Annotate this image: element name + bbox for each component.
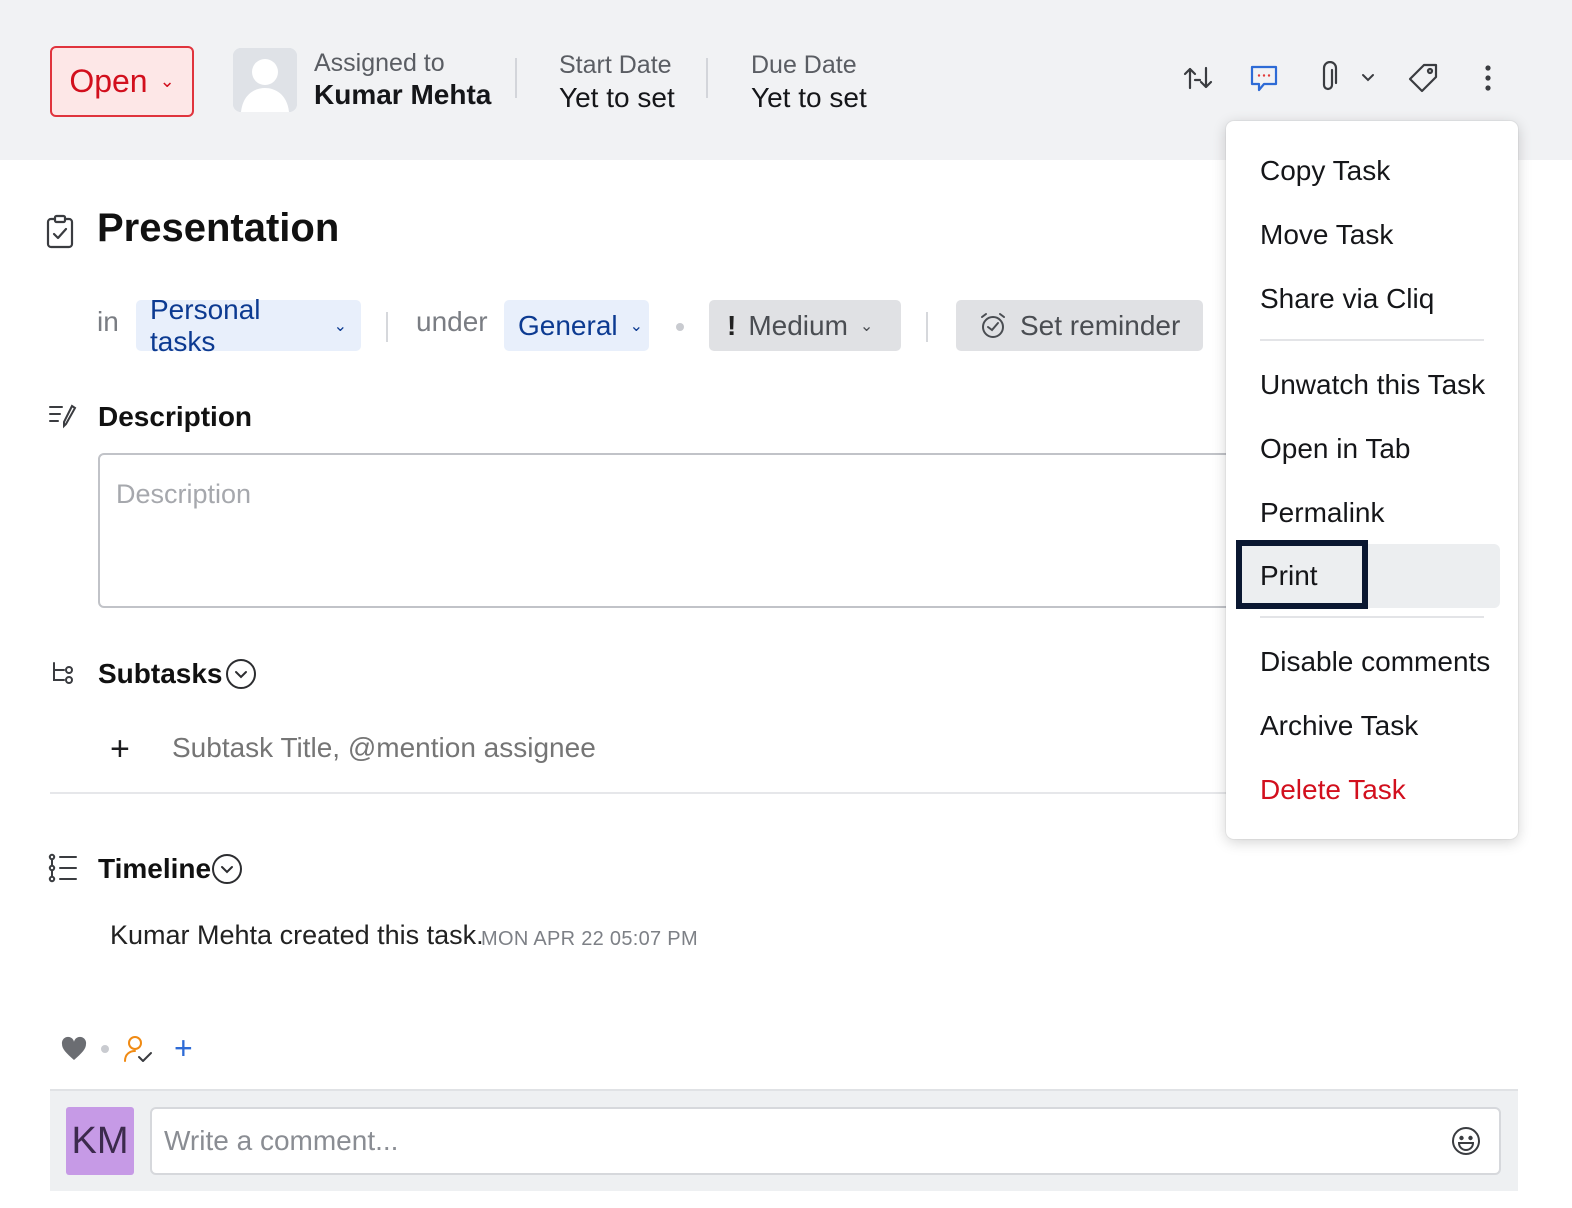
header-divider xyxy=(515,58,517,98)
focus-outline xyxy=(1236,540,1368,609)
task-actions-menu: Copy Task Move Task Share via Cliq Unwat… xyxy=(1226,121,1518,839)
start-date-value[interactable]: Yet to set xyxy=(559,82,675,114)
status-label: Open xyxy=(69,63,148,99)
menu-divider xyxy=(1260,339,1484,341)
in-label: in xyxy=(97,306,119,337)
task-checklist-icon xyxy=(44,214,76,250)
separator-dot xyxy=(676,323,684,331)
avatar: KM xyxy=(66,1107,134,1175)
due-date-label: Due Date xyxy=(751,51,857,79)
follower-add-icon[interactable] xyxy=(122,1034,154,1071)
chevron-down-icon: ⌄ xyxy=(159,71,175,91)
tag-icon[interactable] xyxy=(1403,58,1443,98)
chevron-down-icon[interactable] xyxy=(1350,58,1386,98)
menu-item-delete-task[interactable]: Delete Task xyxy=(1260,774,1406,806)
comment-input[interactable]: Write a comment... xyxy=(150,1107,1501,1175)
menu-item-copy-task[interactable]: Copy Task xyxy=(1260,155,1390,187)
start-date-label: Start Date xyxy=(559,51,672,79)
due-date-value[interactable]: Yet to set xyxy=(751,82,867,114)
divider xyxy=(386,312,388,342)
heart-icon[interactable] xyxy=(60,1036,88,1067)
timeline-list-icon xyxy=(48,853,80,885)
timeline-entry: Kumar Mehta created this task. xyxy=(110,920,484,951)
section-divider xyxy=(50,792,1230,794)
chevron-down-icon: ⌄ xyxy=(629,317,644,335)
description-heading: Description xyxy=(98,401,253,432)
emoji-icon[interactable] xyxy=(1450,1125,1482,1157)
assigned-to-label: Assigned to xyxy=(314,49,445,77)
menu-item-disable-comments[interactable]: Disable comments xyxy=(1260,646,1490,678)
description-input[interactable]: Description xyxy=(98,453,1258,608)
project-name: Personal tasks xyxy=(150,293,261,357)
chevron-down-icon: ⌄ xyxy=(333,317,347,335)
menu-item-move-task[interactable]: Move Task xyxy=(1260,219,1393,251)
assignee-avatar[interactable] xyxy=(233,48,297,112)
timeline-actor[interactable]: Kumar Mehta xyxy=(110,920,272,950)
description-edit-icon xyxy=(48,402,80,434)
chevron-down-icon[interactable] xyxy=(226,659,256,689)
subtasks-heading: Subtasks xyxy=(98,658,223,689)
priority-icon: ! xyxy=(727,309,737,341)
set-reminder-button[interactable]: Set reminder xyxy=(956,300,1203,351)
subtasks-icon xyxy=(50,660,82,692)
separator-dot xyxy=(101,1045,109,1053)
chevron-down-icon: ⌄ xyxy=(859,317,874,335)
set-reminder-label: Set reminder xyxy=(1020,309,1181,341)
alarm-clock-icon xyxy=(981,312,1005,338)
task-title[interactable]: Presentation xyxy=(97,206,339,251)
under-label: under xyxy=(416,306,488,337)
comment-icon[interactable] xyxy=(1244,58,1284,98)
convert-icon[interactable] xyxy=(1178,58,1218,98)
timeline-timestamp: MON APR 22 05:07 PM xyxy=(481,928,698,950)
chevron-down-icon[interactable] xyxy=(212,854,242,884)
priority-label: Medium xyxy=(748,309,848,341)
priority-dropdown[interactable]: ! Medium ⌄ xyxy=(709,300,901,351)
assignee-name[interactable]: Kumar Mehta xyxy=(314,79,491,111)
timeline-action: created this task. xyxy=(272,920,484,950)
header-divider xyxy=(706,58,708,98)
status-dropdown[interactable]: Open ⌄ xyxy=(50,46,194,117)
menu-divider xyxy=(1260,616,1484,618)
menu-item-share-via-cliq[interactable]: Share via Cliq xyxy=(1260,283,1434,315)
tasklist-dropdown[interactable]: General ⌄ xyxy=(504,300,649,351)
menu-item-open-in-tab[interactable]: Open in Tab xyxy=(1260,433,1411,465)
more-vertical-icon[interactable] xyxy=(1468,58,1508,98)
menu-item-archive-task[interactable]: Archive Task xyxy=(1260,710,1418,742)
menu-item-unwatch-task[interactable]: Unwatch this Task xyxy=(1260,369,1485,401)
timeline-heading: Timeline xyxy=(98,853,212,884)
subtask-title-input[interactable] xyxy=(160,728,1210,768)
menu-item-permalink[interactable]: Permalink xyxy=(1260,497,1384,529)
divider xyxy=(926,312,928,342)
attachment-icon[interactable] xyxy=(1308,58,1348,98)
tasklist-name: General xyxy=(518,309,618,341)
project-dropdown[interactable]: Personal tasks ⌄ xyxy=(136,294,361,357)
add-subtask-icon[interactable]: + xyxy=(110,730,130,769)
add-reaction-icon[interactable]: + xyxy=(174,1030,193,1067)
